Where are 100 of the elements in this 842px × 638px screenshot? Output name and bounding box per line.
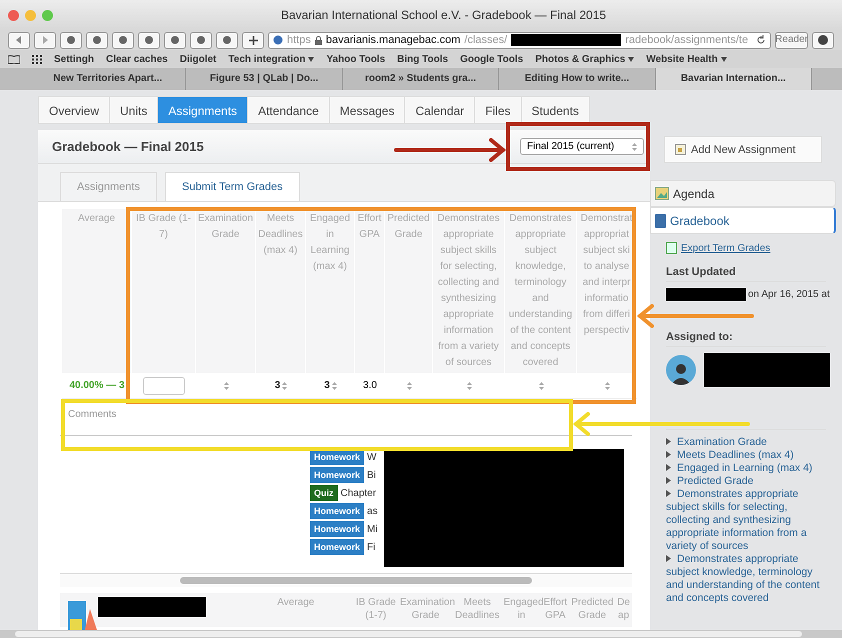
- export-link[interactable]: Export Term Grades: [666, 242, 826, 254]
- column-header: Meets Deadlines: [454, 596, 500, 623]
- bookmark-link[interactable]: Photos & Graphics: [535, 54, 634, 64]
- extension-button[interactable]: [60, 32, 82, 48]
- minimize-button[interactable]: [25, 10, 36, 20]
- extension-button[interactable]: [190, 32, 212, 48]
- assignment-title[interactable]: Chapter: [340, 488, 376, 498]
- column-header: Average: [62, 209, 132, 373]
- sidebar-tab[interactable]: Gradebook: [650, 207, 836, 234]
- grade-input[interactable]: [143, 376, 185, 394]
- effort-value: 3.0: [363, 380, 377, 391]
- close-button[interactable]: [8, 10, 19, 20]
- homework-tag: Homework: [310, 467, 364, 483]
- column-header: Predicted Grade: [570, 596, 614, 623]
- term-select[interactable]: Final 2015 (current): [520, 138, 644, 155]
- sidebar-tab[interactable]: Agenda: [650, 180, 836, 207]
- page-scrollbar[interactable]: [0, 630, 842, 638]
- column-header: Examination Grade: [196, 209, 256, 373]
- assignment-title[interactable]: W: [367, 452, 376, 462]
- user-avatar: [666, 355, 696, 385]
- extension-button[interactable]: [86, 32, 108, 48]
- book-icon: [8, 54, 20, 64]
- updown-icon: [538, 382, 544, 390]
- assignment-title[interactable]: Bi: [367, 470, 376, 480]
- forward-button[interactable]: [34, 32, 56, 48]
- rubric-link[interactable]: Meets Deadlines (max 4): [666, 449, 826, 462]
- bookmark-link[interactable]: Tech integration: [228, 54, 314, 64]
- homework-tag: Homework: [310, 503, 364, 519]
- extension-button[interactable]: [138, 32, 160, 48]
- add-assignment-button[interactable]: Add New Assignment: [664, 136, 822, 163]
- extension-button[interactable]: [112, 32, 134, 48]
- grade-select[interactable]: [538, 382, 544, 390]
- grade-select[interactable]: 3: [274, 380, 288, 391]
- nav-tab[interactable]: Overview: [38, 96, 110, 124]
- horizontal-scrollbar[interactable]: [60, 573, 632, 587]
- back-button[interactable]: [8, 32, 30, 48]
- nav-tab[interactable]: Attendance: [247, 96, 330, 124]
- extension-button[interactable]: [216, 32, 238, 48]
- updown-icon: [224, 382, 228, 390]
- column-header: Average: [276, 596, 316, 610]
- calendar-icon: [675, 144, 686, 155]
- caret-icon: [308, 56, 314, 62]
- average-value: 40.00% — 3: [69, 380, 125, 391]
- nav-tab[interactable]: Files: [474, 96, 522, 124]
- rubric-link[interactable]: Examination Grade: [666, 436, 826, 449]
- updown-icon: [466, 382, 472, 390]
- grade-select[interactable]: [604, 382, 610, 390]
- rubric-link[interactable]: Demonstrates appropriate subject skills for selecting, collecting and synthesizing appropriate information from a variety of sources: [666, 488, 826, 553]
- forward-icon: [41, 36, 49, 44]
- rubric-link[interactable]: Predicted Grade: [666, 475, 826, 488]
- assignment-title[interactable]: Mi: [367, 524, 378, 534]
- triangle-icon: [666, 555, 671, 562]
- bookmark-link[interactable]: Website Health: [646, 54, 727, 64]
- updown-icon: [632, 142, 637, 150]
- browser-tab[interactable]: Bavarian Internation...: [656, 68, 812, 90]
- homework-tag: Homework: [310, 539, 364, 555]
- homework-tag: Homework: [310, 521, 364, 537]
- spreadsheet-icon: [666, 242, 677, 254]
- book-icon: [655, 214, 666, 228]
- extension-button[interactable]: [164, 32, 186, 48]
- window-title: Bavarian International School e.V. - Gradebook — Final 2015: [280, 8, 608, 22]
- grade-select[interactable]: 3: [324, 380, 337, 391]
- assignment-title[interactable]: as: [367, 506, 378, 516]
- download-button[interactable]: [812, 32, 834, 48]
- zoom-button[interactable]: [42, 10, 53, 20]
- address-field[interactable]: https bavarianis.managebac.com /classes/ radebook/assignments/te: [268, 32, 772, 48]
- bookmark-link[interactable]: Diigolet: [180, 54, 216, 64]
- bookmark-link[interactable]: Bing Tools: [397, 54, 448, 64]
- rubric-link[interactable]: Demonstrates appropriate subject knowledge, terminology and understanding of the content and concepts covered: [666, 553, 826, 605]
- column-header: IB Grade (1-7): [132, 209, 196, 373]
- column-header: Effort GPA: [355, 209, 385, 373]
- column-header: De ap: [616, 596, 631, 623]
- grid-icon: [32, 54, 42, 64]
- nav-tab[interactable]: Calendar: [404, 96, 476, 124]
- column-header: Predicted Grade: [385, 209, 433, 373]
- subtab[interactable]: Submit Term Grades: [164, 172, 300, 201]
- grade-select[interactable]: [224, 382, 228, 390]
- bookmark-link[interactable]: Settingh: [54, 54, 94, 64]
- caret-icon: [628, 56, 634, 62]
- nav-tab[interactable]: Messages: [328, 96, 406, 124]
- grade-select[interactable]: [406, 382, 412, 390]
- bookmark-link[interactable]: Google Tools: [460, 54, 524, 64]
- caret-icon: [720, 56, 727, 62]
- bookmark-link[interactable]: Yahoo Tools: [326, 54, 386, 64]
- bookmark-link[interactable]: Clear caches: [106, 54, 168, 64]
- new-tab-button[interactable]: [242, 32, 264, 48]
- grade-select[interactable]: [466, 382, 472, 390]
- updown-icon: [332, 382, 337, 390]
- column-header: Engaged in: [502, 596, 542, 623]
- column-header: IB Grade (1-7): [354, 596, 397, 623]
- assignment-title[interactable]: Fi: [367, 542, 376, 552]
- column-header: Demonstrates appropriate subject skills for selecting, collecting and synthesizing appropriate information from a variety of sources: [433, 209, 505, 373]
- picture-icon: [655, 187, 669, 200]
- nav-tab[interactable]: Students: [520, 96, 590, 124]
- updown-icon: [604, 382, 610, 390]
- reload-icon: [756, 35, 766, 45]
- back-icon: [15, 36, 23, 44]
- rubric-link[interactable]: Engaged in Learning (max 4): [666, 462, 826, 475]
- plus-icon: [248, 36, 258, 44]
- nav-tab[interactable]: Units: [109, 96, 158, 124]
